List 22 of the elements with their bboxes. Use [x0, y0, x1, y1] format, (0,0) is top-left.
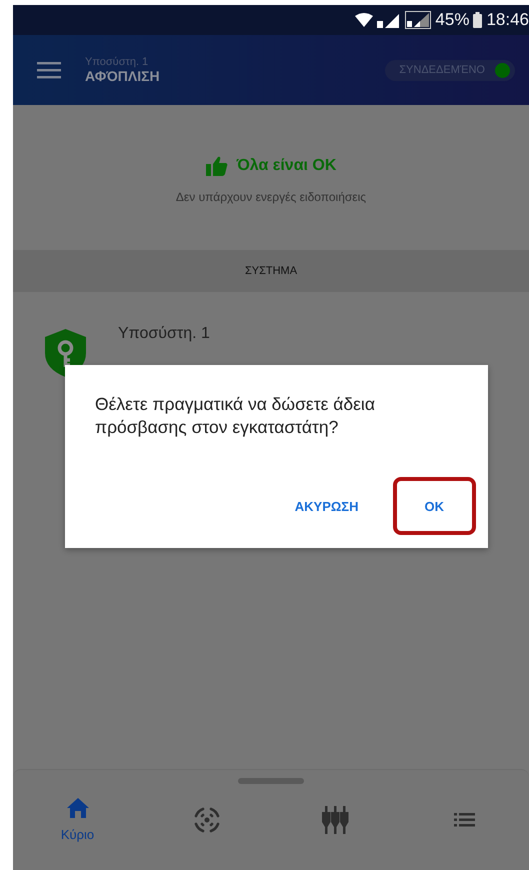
dialog-message: Θέλετε πραγματικά να δώσετε άδεια πρόσβασης στον εγκαταστάτη? [95, 393, 376, 439]
battery-icon [473, 12, 482, 28]
subsystem-name: Υποσύστη. 1 [118, 325, 210, 343]
list-icon [454, 813, 475, 827]
signal-icon [377, 12, 402, 28]
dialog-button[interactable]: ΑΚΥΡΩΣΗ [268, 477, 384, 535]
target-icon [192, 806, 220, 834]
section-header: ΣΥΣΤΗΜΑ [13, 250, 529, 292]
status-message: Δεν υπάρχουν ενεργές ειδοποιήσεις [176, 190, 366, 204]
status-title: Όλα είναι OK [236, 156, 336, 174]
arming-state-title: ΑΦΌΠΛΙΣΗ [85, 68, 161, 84]
battery-percent: 45% [435, 10, 470, 30]
thumbs-up-icon [206, 156, 228, 176]
wifi-icon [355, 13, 374, 27]
menu-icon[interactable] [37, 62, 61, 78]
subsystem-subtitle: Υποσύστη. 1 [85, 56, 150, 68]
home-icon [66, 798, 88, 818]
signal-icon [405, 11, 432, 29]
plugs-icon [322, 806, 350, 834]
drag-handle[interactable] [238, 778, 304, 784]
dialog-button[interactable]: OK [392, 477, 476, 535]
clock-time: 18:46 [486, 10, 529, 30]
